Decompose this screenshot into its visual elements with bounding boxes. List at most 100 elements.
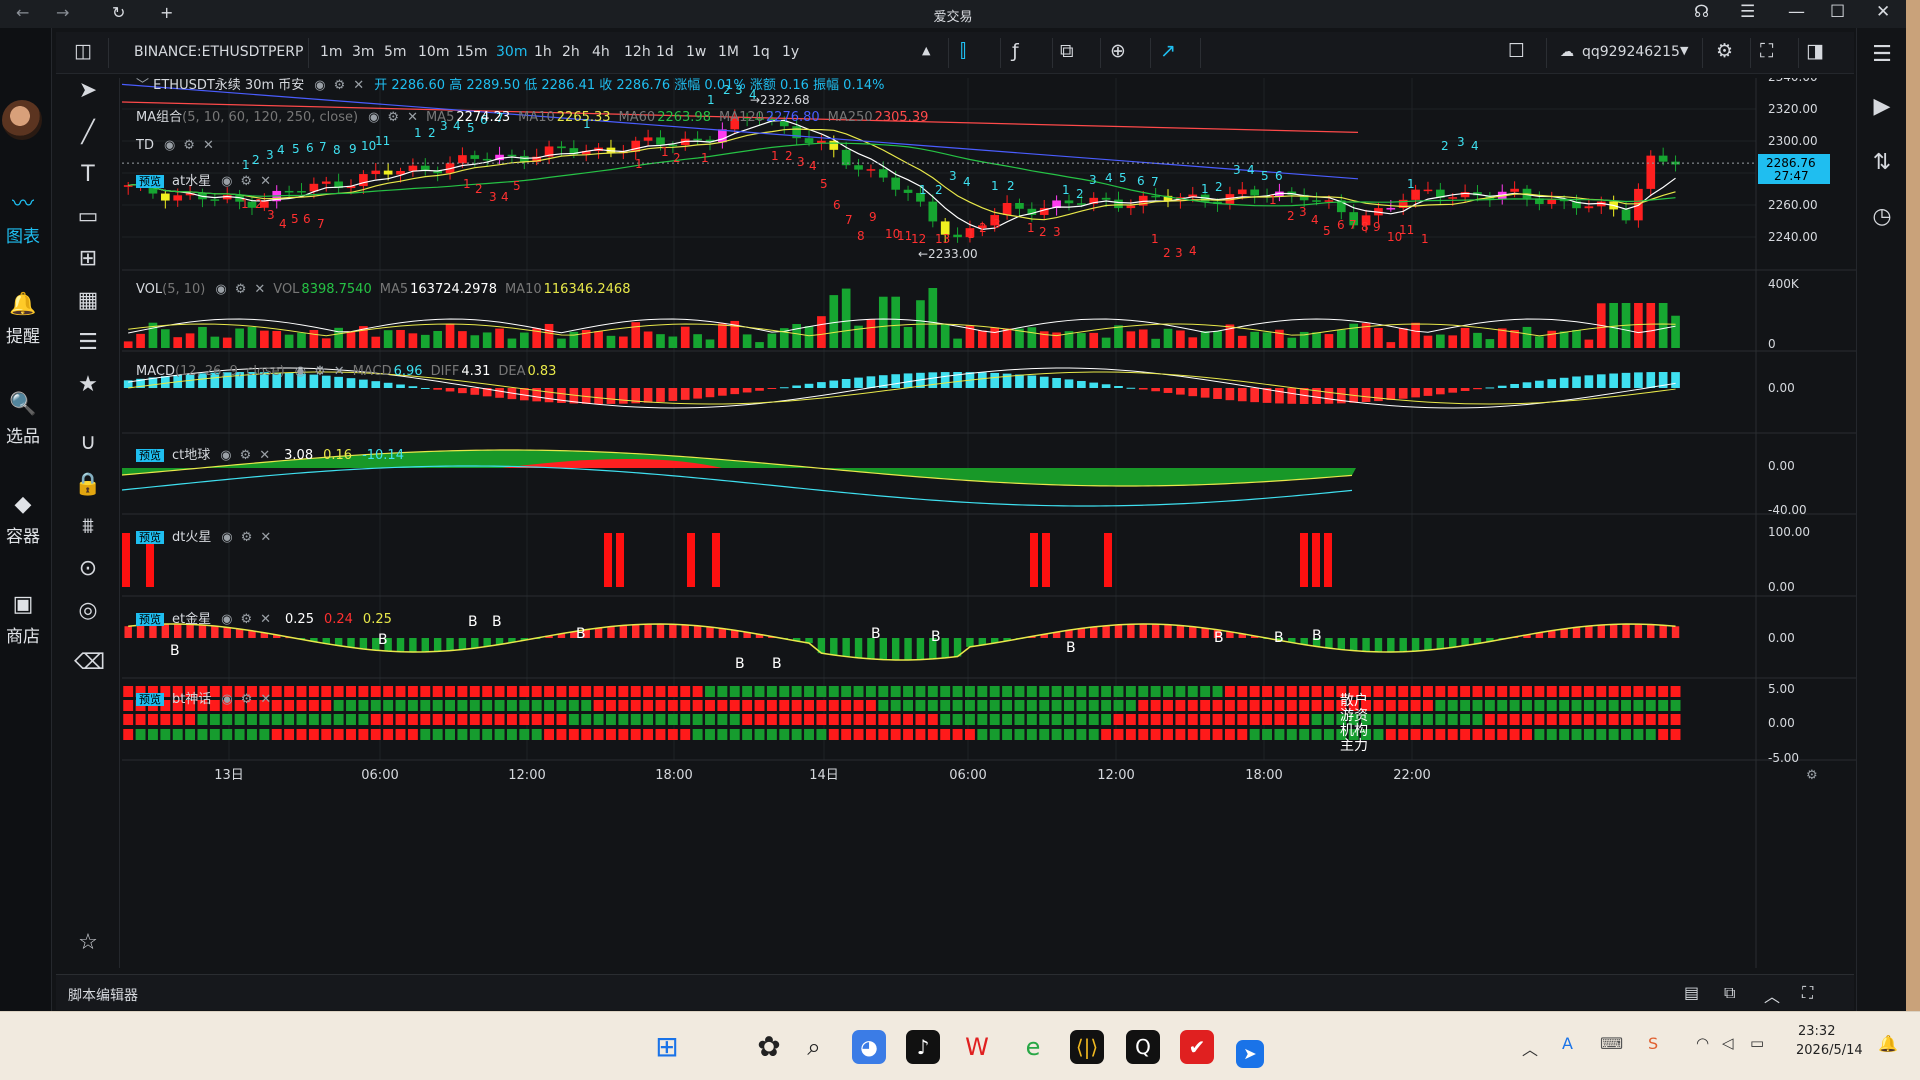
interval-1y[interactable]: 1y: [782, 44, 799, 60]
start-icon[interactable]: ⊞: [650, 1030, 684, 1064]
chart-canvas[interactable]: →2322.68←2233.001 2 3 4 5 6 7 8 9 10111 2 3 4 56 7 112 3…: [121, 70, 1856, 968]
maximize-panel-icon[interactable]: ⛶: [1802, 983, 1813, 1003]
app-icon-4[interactable]: W: [960, 1030, 994, 1064]
eye-icon[interactable]: ◉: [221, 692, 232, 707]
account-selector[interactable]: qq929246215: [1582, 44, 1680, 60]
settings-icon[interactable]: ⚙: [235, 282, 247, 297]
eye-icon[interactable]: ◉: [368, 110, 379, 125]
interval-10m[interactable]: 10m: [418, 44, 449, 60]
clock-time[interactable]: 23:32: [1798, 1024, 1835, 1039]
rectangle-icon[interactable]: ▭: [74, 204, 102, 229]
settings-icon[interactable]: ⚙: [241, 530, 253, 545]
settings-icon[interactable]: ⚙: [387, 110, 399, 125]
eye-icon[interactable]: ◉: [164, 138, 175, 153]
app-icon-7[interactable]: Q: [1126, 1030, 1160, 1064]
legend-bt[interactable]: 预览 bt神话 ◉ ⚙ ✕: [136, 688, 271, 707]
app-icon-1[interactable]: ✿: [752, 1030, 786, 1064]
close-icon[interactable]: ✕: [407, 110, 418, 125]
eye-icon[interactable]: ◉: [221, 612, 232, 627]
legend-ma[interactable]: MA组合(5, 10, 60, 120, 250, close) ◉ ⚙ ✕ MA5 22…: [136, 106, 928, 125]
interval-1d[interactable]: 1d: [656, 44, 674, 60]
interval-1m[interactable]: 1m: [320, 44, 343, 60]
interval-30m[interactable]: 30m: [496, 44, 527, 60]
favorite-icon[interactable]: ☆: [74, 930, 102, 955]
settings-icon[interactable]: ⚙: [334, 78, 346, 93]
legend-vol[interactable]: VOL(5, 10) ◉ ⚙ ✕ VOL 8398.7540 MA5 163724.2978 M…: [136, 282, 630, 297]
close-icon[interactable]: ✕: [334, 364, 345, 379]
legend-main[interactable]: ﹀ ETHUSDT永续 30m 币安 ◉ ⚙ ✕ 开 2286.60 高 2289.50…: [136, 74, 884, 93]
watchlist-icon[interactable]: ☰: [1867, 42, 1897, 67]
clock-date[interactable]: 2026/5/14: [1796, 1043, 1863, 1058]
settings-icon[interactable]: ⚙: [241, 692, 253, 707]
interval-more-icon[interactable]: ▲: [922, 44, 930, 57]
eye-icon[interactable]: ◉: [295, 364, 306, 379]
symbol-selector[interactable]: BINANCE:ETHUSDTPERP: [134, 44, 303, 60]
legend-at[interactable]: 预览 at水星 ◉ ⚙ ✕: [136, 170, 271, 189]
trendline-icon[interactable]: ╱: [74, 120, 102, 145]
tray-ime-icon[interactable]: ⌨: [1600, 1034, 1623, 1053]
indicator-icon[interactable]: ƒ: [1012, 40, 1019, 62]
candle-style-icon[interactable]: ⫿: [960, 40, 966, 62]
interval-1h[interactable]: 1h: [534, 44, 552, 60]
magnet-icon[interactable]: ∪: [74, 430, 102, 455]
interval-5m[interactable]: 5m: [384, 44, 407, 60]
tray-ai-icon[interactable]: A: [1562, 1034, 1573, 1053]
close-icon[interactable]: ✕: [260, 174, 271, 189]
settings-icon[interactable]: ⚙: [240, 174, 252, 189]
legend-macd[interactable]: MACD(12, 26, 9, close) ◉ ⚙ ✕ MACD 6.96 DIFF 4.3…: [136, 364, 556, 379]
save-icon[interactable]: ▤: [1684, 983, 1699, 1002]
interval-12h[interactable]: 12h: [624, 44, 651, 60]
close-icon[interactable]: ✕: [260, 530, 271, 545]
strategy-icon[interactable]: ↗: [1160, 40, 1176, 62]
lock-icon[interactable]: 🔒: [74, 472, 102, 497]
interval-15m[interactable]: 15m: [456, 44, 487, 60]
headset-icon[interactable]: ☊: [1694, 2, 1709, 22]
order-icon[interactable]: ⇅: [1867, 150, 1897, 175]
target-icon[interactable]: ⊙: [74, 556, 102, 581]
cursor-icon[interactable]: ➤: [74, 78, 102, 103]
filter-icon[interactable]: ⩩: [74, 514, 102, 539]
tray-expand-icon[interactable]: ︿: [1522, 1036, 1538, 1060]
interval-1w[interactable]: 1w: [686, 44, 706, 60]
cloud-icon[interactable]: ☁: [1560, 44, 1574, 60]
settings-icon[interactable]: ⚙: [240, 612, 252, 627]
tray-app-icon[interactable]: S: [1648, 1034, 1658, 1053]
notification-icon[interactable]: 🔔: [1878, 1034, 1898, 1053]
settings-icon[interactable]: ⚙: [314, 364, 326, 379]
nav-item-chart[interactable]: 〰图表: [0, 190, 46, 247]
expand-icon[interactable]: ︿: [1764, 983, 1780, 1007]
app-icon-6[interactable]: ⟨|⟩: [1070, 1030, 1104, 1064]
settings-icon[interactable]: ⚙: [1716, 40, 1733, 62]
legend-ct[interactable]: 预览 ct地球 ◉ ⚙ ✕ 3.08 0.16 -10.14: [136, 444, 404, 463]
settings-icon[interactable]: ⚙: [240, 448, 252, 463]
close-icon[interactable]: ✕: [260, 612, 271, 627]
close-icon[interactable]: ✕: [1876, 2, 1890, 22]
settings-icon[interactable]: ⚙: [183, 138, 195, 153]
wifi-icon[interactable]: ◠: [1696, 1034, 1709, 1052]
menu-icon[interactable]: ☰: [1740, 2, 1755, 22]
chevron-down-icon[interactable]: ▼: [1680, 44, 1688, 57]
popout-icon[interactable]: ⧉: [1724, 983, 1735, 1003]
app-icon-8[interactable]: ✔: [1180, 1030, 1214, 1064]
legend-dt[interactable]: 预览 dt火星 ◉ ⚙ ✕: [136, 526, 271, 545]
app-icon-5[interactable]: e: [1016, 1030, 1050, 1064]
app-icon-2[interactable]: ◕: [852, 1030, 886, 1064]
interval-4h[interactable]: 4h: [592, 44, 610, 60]
eye-icon[interactable]: ◉: [215, 282, 226, 297]
eye-icon[interactable]: ◎: [74, 598, 102, 623]
close-icon[interactable]: ✕: [254, 282, 265, 297]
eraser-icon[interactable]: ⌫: [74, 650, 105, 675]
close-icon[interactable]: ✕: [260, 692, 271, 707]
interval-1M[interactable]: 1M: [718, 44, 739, 60]
fullscreen-icon[interactable]: ⛶: [1760, 40, 1773, 62]
star-icon[interactable]: ★: [74, 372, 102, 397]
clock-icon[interactable]: ◷: [1867, 204, 1897, 229]
close-icon[interactable]: ✕: [353, 78, 364, 93]
minimize-icon[interactable]: —: [1788, 2, 1805, 22]
avatar[interactable]: [2, 100, 42, 140]
alert-add-icon[interactable]: ⊕: [1110, 40, 1126, 62]
legend-et[interactable]: 预览 et金星 ◉ ⚙ ✕ 0.25 0.24 0.25: [136, 608, 392, 627]
replay-icon[interactable]: ▶: [1867, 94, 1897, 119]
nav-item-alert[interactable]: 🔔 提醒: [0, 290, 46, 347]
chart-area[interactable]: →2322.68 ←2233.00 1 2 3 4 5 6 7 8 9 10 11 1 2 3 4 5 6 7 1 1 2 3…: [121, 70, 1856, 968]
